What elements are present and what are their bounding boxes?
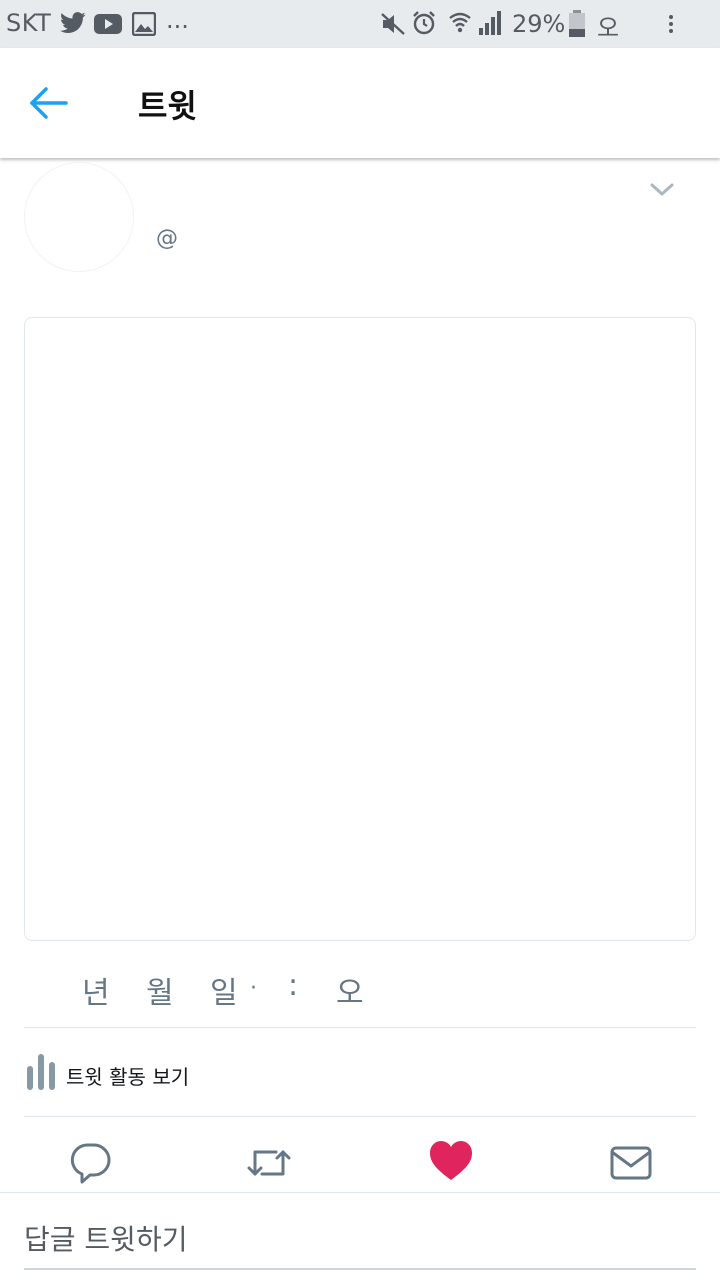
wifi-icon	[449, 12, 471, 33]
timestamp-day: 일	[210, 976, 238, 1011]
more-notifications: ...	[166, 6, 189, 34]
analytics-icon[interactable]	[26, 1054, 56, 1090]
mail-icon	[610, 1146, 652, 1180]
gallery-icon	[132, 12, 156, 36]
reply-icon	[70, 1143, 111, 1184]
avatar[interactable]	[24, 162, 134, 272]
retweet-icon	[247, 1150, 291, 1176]
status-bar: SKT ... 29% 오	[0, 0, 720, 48]
page-title: 트윗	[138, 87, 197, 125]
divider	[24, 1027, 696, 1028]
reply-input-underline	[24, 1268, 696, 1270]
back-button[interactable]	[22, 78, 72, 128]
signal-icon	[479, 11, 501, 35]
chevron-down-icon[interactable]	[648, 180, 676, 200]
overflow-menu-icon[interactable]	[668, 14, 674, 34]
twitter-icon	[60, 12, 86, 33]
youtube-icon	[94, 14, 122, 34]
heart-icon	[430, 1141, 472, 1180]
like-button[interactable]	[428, 1138, 474, 1184]
timestamp-separator: ·	[250, 976, 257, 1001]
reply-button[interactable]	[68, 1140, 114, 1186]
timestamp-month: 월	[146, 976, 174, 1011]
direct-message-button[interactable]	[608, 1140, 654, 1186]
user-handle[interactable]: @	[156, 226, 178, 251]
timestamp-colon: :	[288, 968, 299, 1003]
keyboard-language-indicator: 오	[597, 14, 620, 42]
battery-percent: 29%	[512, 10, 566, 38]
app-bar: 트윗	[0, 48, 720, 158]
view-tweet-activity-link[interactable]: 트윗 활동 보기	[66, 1061, 189, 1090]
arrow-left-icon	[30, 87, 68, 119]
retweet-button[interactable]	[246, 1140, 292, 1186]
alarm-icon	[413, 11, 435, 35]
reply-input[interactable]: 답글 트윗하기	[24, 1218, 664, 1258]
tweet-media[interactable]	[24, 317, 696, 941]
timestamp-year: 년	[82, 976, 110, 1011]
divider	[24, 1116, 696, 1117]
carrier-label: SKT	[6, 9, 52, 37]
timestamp-ampm: 오	[336, 976, 364, 1011]
divider	[0, 1192, 720, 1193]
battery-icon	[569, 10, 585, 37]
mute-icon	[381, 13, 405, 35]
